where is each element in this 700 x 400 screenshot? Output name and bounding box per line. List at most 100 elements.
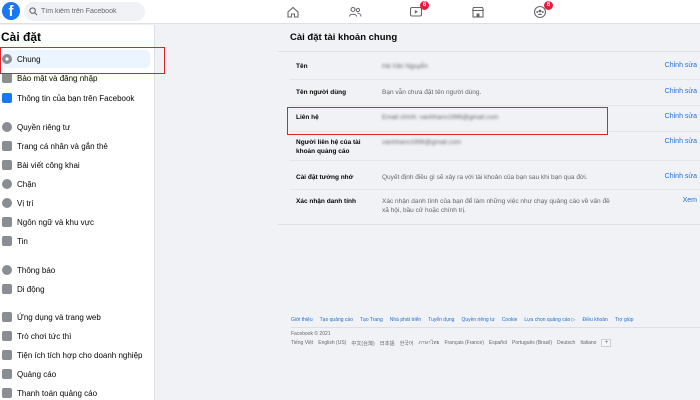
footer-divider [291, 327, 700, 328]
edit-link[interactable]: Chỉnh sửa [665, 113, 697, 120]
globe-icon [2, 160, 12, 170]
more-languages-button[interactable]: + [601, 339, 612, 347]
sidebar-item-label: Trò chơi tức thì [17, 331, 72, 341]
sidebar-item-label: Thanh toán quảng cáo [17, 388, 98, 398]
setting-label: Cài đặt tưởng nhớ [296, 174, 354, 181]
setting-value: Quyết định điều gì sẽ xảy ra với tài kho… [382, 174, 588, 181]
edit-link[interactable]: Chỉnh sửa [665, 138, 697, 145]
sidebar-item-apps-websites[interactable]: Ứng dụng và trang web [0, 308, 153, 326]
ads-payment-icon [2, 388, 12, 398]
facebook-info-icon [2, 93, 12, 103]
stories-icon [2, 236, 12, 246]
title-divider [278, 51, 700, 52]
language-option[interactable]: ภาษาไทย [419, 339, 440, 347]
row-divider [290, 79, 700, 80]
view-link[interactable]: Xem [683, 197, 697, 204]
edit-link[interactable]: Chỉnh sửa [665, 88, 697, 95]
language-icon [2, 217, 12, 227]
business-integrations-icon [2, 350, 12, 360]
top-navigation-bar: f 6 6 [0, 0, 700, 24]
footer-link[interactable]: Lựa chọn quảng cáo ▷ [524, 317, 575, 323]
language-option[interactable]: English (US) [318, 340, 346, 346]
apps-icon [2, 312, 12, 322]
sidebar-item-profile-tagging[interactable]: Trang cá nhân và gắn thẻ [0, 137, 153, 155]
language-option[interactable]: Português (Brasil) [512, 340, 552, 346]
setting-value: vanhhanv1996@gmail.com [382, 139, 461, 146]
sidebar-item-label: Tiện ích tích hợp cho doanh nghiệp [17, 350, 143, 360]
edit-link[interactable]: Chỉnh sửa [665, 173, 697, 180]
row-divider [290, 160, 700, 161]
language-option[interactable]: Tiếng Việt [291, 340, 313, 346]
footer-links: Giới thiệu Tạo quảng cáo Tạo Trang Nhà p… [291, 317, 700, 323]
sidebar-item-label: Bài viết công khai [17, 160, 80, 170]
block-user-icon [2, 179, 12, 189]
sidebar-item-notifications[interactable]: Thông báo [0, 261, 153, 279]
setting-value: Bạn vẫn chưa đặt tên người dùng. [382, 89, 482, 96]
setting-label: Tên [296, 63, 308, 70]
sidebar-item-ads-payments[interactable]: Thanh toán quảng cáo [0, 384, 153, 400]
footer-link[interactable]: Cookie [502, 317, 518, 323]
location-pin-icon [2, 198, 12, 208]
bell-icon [2, 265, 12, 275]
search-input[interactable] [41, 8, 141, 15]
sidebar-item-label: Quảng cáo [17, 369, 57, 379]
highlight-contact-box [287, 107, 608, 135]
row-divider [290, 189, 700, 190]
sidebar-item-location[interactable]: Vị trí [0, 194, 153, 212]
sidebar-item-ads[interactable]: Quảng cáo [0, 365, 153, 383]
sidebar-item-public-posts[interactable]: Bài viết công khai [0, 156, 153, 174]
footer-link[interactable]: Giới thiệu [291, 317, 313, 323]
profile-tag-icon [2, 141, 12, 151]
language-option[interactable]: 日本語 [380, 340, 395, 347]
marketplace-icon[interactable] [469, 3, 487, 21]
sidebar-item-label: Thông báo [17, 265, 56, 275]
game-icon [2, 331, 12, 341]
language-option[interactable]: Deutsch [557, 340, 575, 346]
language-option[interactable]: Español [489, 340, 507, 346]
sidebar-item-blocking[interactable]: Chặn [0, 175, 153, 193]
friends-icon[interactable] [346, 3, 364, 21]
sidebar-item-label: Trang cá nhân và gắn thẻ [17, 141, 108, 151]
language-option[interactable]: Français (France) [444, 340, 483, 346]
sidebar-item-mobile[interactable]: Di động [0, 280, 153, 298]
footer-link[interactable]: Trợ giúp [615, 317, 634, 323]
setting-value: Hà Vân Nguyễn [382, 63, 428, 70]
sidebar-item-stories[interactable]: Tin [0, 232, 153, 250]
sidebar-item-label: Tin [17, 236, 28, 246]
card-bottom-divider [278, 224, 700, 225]
language-option[interactable]: 한국어 [400, 340, 414, 347]
settings-sidebar: Cài đặt Chung Bảo mật và đăng nhập Thông… [0, 25, 155, 400]
edit-link[interactable]: Chỉnh sửa [665, 62, 697, 69]
home-icon[interactable] [284, 3, 302, 21]
page-footer: Giới thiệu Tạo quảng cáo Tạo Trang Nhà p… [291, 317, 700, 347]
sidebar-item-privacy[interactable]: Quyền riêng tư [0, 118, 153, 136]
search-icon [29, 7, 38, 16]
sidebar-title: Cài đặt [1, 30, 42, 44]
language-list: Tiếng Việt English (US) 中文(台灣) 日本語 한국어 ภ… [291, 339, 700, 347]
language-option[interactable]: 中文(台灣) [351, 340, 374, 347]
language-option[interactable]: Italiano [580, 340, 596, 346]
watch-icon[interactable]: 6 [407, 1, 429, 21]
footer-link[interactable]: Tạo quảng cáo [320, 317, 353, 323]
footer-link[interactable]: Nhà phát triển [390, 317, 421, 323]
footer-link[interactable]: Tạo Trang [360, 317, 383, 323]
footer-link[interactable]: Quyền riêng tư [461, 317, 494, 323]
highlight-general-box [0, 47, 165, 74]
page-title: Cài đặt tài khoản chung [290, 32, 398, 43]
footer-link[interactable]: Điều khoản [583, 317, 608, 323]
mobile-icon [2, 284, 12, 294]
sidebar-item-your-info[interactable]: Thông tin của bạn trên Facebook [0, 89, 153, 107]
sidebar-item-label: Ngôn ngữ và khu vực [17, 217, 94, 227]
sidebar-item-language-region[interactable]: Ngôn ngữ và khu vực [0, 213, 153, 231]
setting-label: Tên người dùng [296, 89, 347, 96]
sidebar-item-business-integrations[interactable]: Tiện ích tích hợp cho doanh nghiệp [0, 346, 153, 364]
search-box[interactable] [24, 2, 145, 21]
facebook-logo[interactable]: f [2, 2, 20, 20]
sidebar-item-instant-games[interactable]: Trò chơi tức thì [0, 327, 153, 345]
footer-link[interactable]: Tuyển dụng [428, 317, 454, 323]
setting-value: Xác nhận danh tính của bạn để làm những … [382, 198, 610, 214]
shield-icon [2, 73, 12, 83]
copyright: Facebook © 2021 [291, 331, 331, 337]
sidebar-item-label: Quyền riêng tư [17, 122, 71, 132]
groups-icon[interactable]: 6 [531, 1, 553, 21]
